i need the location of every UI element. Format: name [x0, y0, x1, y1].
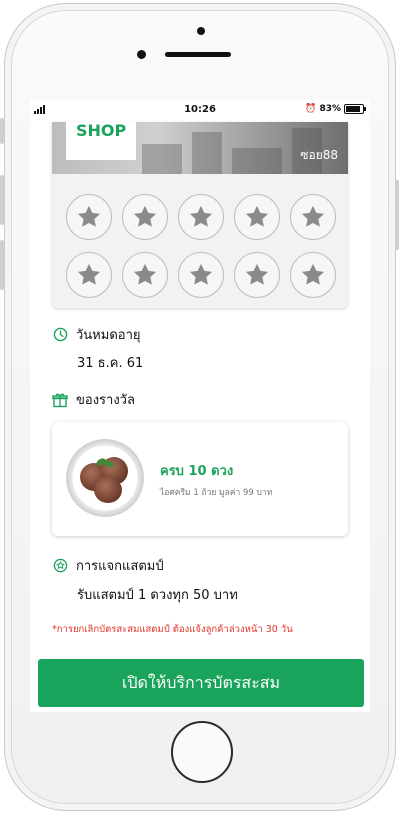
stamp-slot: [290, 194, 336, 240]
front-camera: [197, 27, 205, 35]
stamp-slot: [290, 252, 336, 298]
battery-icon: [344, 104, 366, 114]
stamp-rule-value: รับแสตมป์ 1 ดวงทุก 50 บาท: [77, 588, 238, 603]
star-icon: [301, 205, 325, 227]
reward-title: ครบ 10 ดวง: [160, 464, 234, 479]
star-icon: [245, 205, 269, 227]
reward-row: ของรางวัล: [52, 389, 135, 410]
stamp-slot: [66, 194, 112, 240]
expiry-label: วันหมดอายุ: [76, 328, 141, 343]
cancellation-notice: *การยกเลิกบัตรสะสมแสตมป์ ต้องแจ้งลูกค้าล…: [52, 624, 293, 635]
power-button: [395, 180, 399, 250]
shop-name: ซอย88: [300, 148, 338, 162]
ice-cream-image: [66, 439, 144, 517]
enable-card-button[interactable]: เปิดให้บริการบัตรสะสม: [38, 659, 364, 707]
star-icon: [189, 205, 213, 227]
volume-up-button: [0, 175, 4, 225]
volume-down-button: [0, 240, 4, 290]
star-icon: [301, 263, 325, 285]
stamp-slot: [234, 252, 280, 298]
star-icon: [133, 263, 157, 285]
reward-label: ของรางวัล: [76, 393, 135, 408]
reward-card[interactable]: ครบ 10 ดวง ไอศครีม 1 ถ้วย มูลค่า 99 บาท: [52, 422, 348, 536]
gift-icon: [52, 392, 68, 408]
stamp-slot: [122, 194, 168, 240]
stamp-slot: [66, 252, 112, 298]
proximity-sensor: [137, 50, 146, 59]
home-button[interactable]: [171, 721, 233, 783]
app-screen: 10:26 ⏰ 83% SHOP ซอย88 วันหมดอายุ 31 ธ.ค…: [30, 100, 370, 712]
reward-description: ไอศครีม 1 ถ้วย มูลค่า 99 บาท: [160, 488, 273, 498]
stamp-card: SHOP ซอย88: [52, 122, 348, 308]
stamp-slot: [178, 252, 224, 298]
star-icon: [245, 263, 269, 285]
expiry-value: 31 ธ.ค. 61: [77, 356, 144, 371]
stamp-rule-label: การแจกแสตมป์: [76, 559, 164, 574]
earpiece-speaker: [165, 52, 231, 57]
expiry-row: วันหมดอายุ: [52, 324, 141, 345]
star-icon: [189, 263, 213, 285]
star-icon: [77, 263, 101, 285]
shop-logo-text: SHOP: [76, 122, 127, 140]
star-icon: [133, 205, 157, 227]
stamp-grid: [66, 194, 336, 298]
star-icon: [77, 205, 101, 227]
stamp-slot: [178, 194, 224, 240]
clock-icon: [52, 327, 68, 343]
stamp-star-icon: [52, 558, 68, 574]
status-bar: 10:26 ⏰ 83%: [30, 100, 370, 122]
status-right: ⏰ 83%: [305, 104, 366, 114]
battery-percent: 83%: [319, 104, 341, 114]
mute-switch: [0, 118, 4, 144]
alarm-icon: ⏰: [305, 104, 317, 114]
shop-logo: SHOP: [66, 122, 136, 160]
stamp-slot: [234, 194, 280, 240]
stamp-rule-row: การแจกแสตมป์: [52, 555, 164, 576]
stamp-slot: [122, 252, 168, 298]
